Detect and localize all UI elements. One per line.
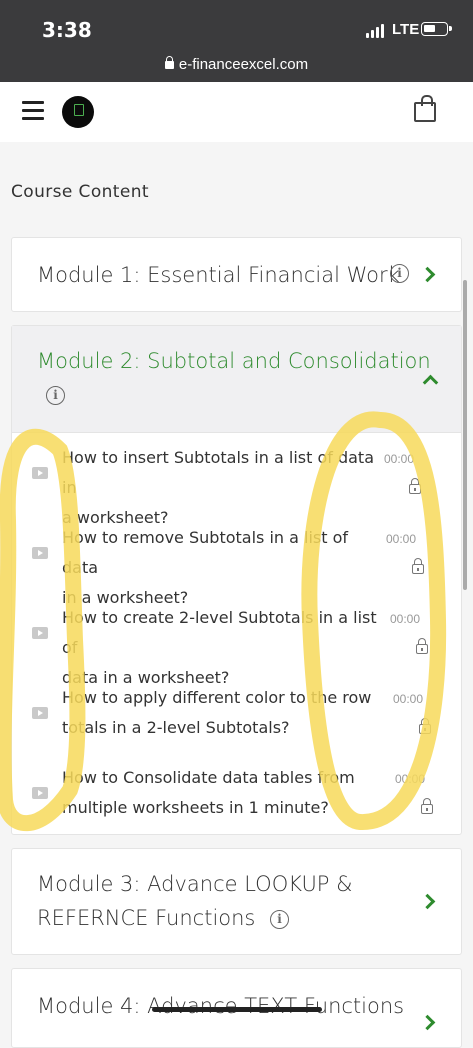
address-bar[interactable]: e-financeexcel.com: [0, 56, 473, 73]
status-time: 3:38: [42, 18, 92, 42]
module-2-card: Module 2: Subtotal and Consolidation i H…: [11, 325, 462, 835]
lesson-item[interactable]: How to create 2-level Subtotals in a lis…: [12, 593, 461, 687]
lesson-item[interactable]: How to insert Subtotals in a list of dat…: [12, 433, 461, 527]
module-1-title: Module 1: Essential Financial Work: [37, 263, 400, 287]
lesson-title-line1: How to create 2-level Subtotals in a lis…: [62, 608, 377, 657]
module-3-title-line1: Module 3: Advance LOOKUP &: [37, 872, 353, 896]
lesson-title-line1: How to insert Subtotals in a list of dat…: [62, 448, 374, 497]
chevron-right-icon[interactable]: [419, 1014, 436, 1031]
home-indicator[interactable]: [152, 1007, 322, 1012]
lesson-item[interactable]: How to Consolidate data tables from mult…: [12, 753, 461, 833]
status-bar: 3:38 LTE e-financeexcel.com: [0, 0, 473, 82]
lock-icon: [416, 638, 428, 654]
battery-icon: [421, 22, 452, 36]
shopping-bag-icon[interactable]: [414, 95, 436, 122]
module-3-title-line2: REFERNCE Functions: [37, 906, 256, 930]
module-3-card[interactable]: Module 3: Advance LOOKUP & REFERNCE Func…: [11, 848, 462, 955]
lock-icon: [412, 558, 424, 574]
signal-strength-icon: [366, 24, 384, 38]
info-icon[interactable]: i: [390, 264, 409, 283]
play-icon: [32, 467, 48, 479]
lesson-duration: 00:00: [390, 612, 421, 626]
site-navbar: [0, 82, 473, 142]
lesson-item[interactable]: How to remove Subtotals in a list of dat…: [12, 513, 461, 607]
play-icon: [32, 787, 48, 799]
lesson-title-line1: How to apply different color to the row: [62, 688, 372, 707]
course-content-section: Course Content Module 1: Essential Finan…: [0, 142, 473, 1048]
module-4-title: Module 4: Advance TEXT Functions: [37, 994, 405, 1018]
play-icon: [32, 547, 48, 559]
module-3-title: Module 3: Advance LOOKUP & REFERNCE Func…: [37, 867, 353, 935]
play-icon: [32, 627, 48, 639]
lesson-duration: 00:00: [386, 532, 417, 546]
chevron-right-icon[interactable]: [419, 893, 436, 910]
lock-icon: [164, 56, 174, 69]
chevron-right-icon[interactable]: [419, 266, 436, 283]
lesson-title-line2: multiple worksheets in 1 minute?: [62, 798, 329, 817]
lesson-duration: 00:00: [395, 772, 426, 786]
module-2-header[interactable]: Module 2: Subtotal and Consolidation i: [12, 326, 461, 433]
page-title: Course Content: [11, 182, 149, 202]
lock-icon: [409, 478, 421, 494]
module-1-card[interactable]: Module 1: Essential Financial Work i: [11, 237, 462, 312]
lesson-item[interactable]: How to apply different color to the row …: [12, 673, 461, 753]
lock-icon: [421, 798, 433, 814]
hamburger-menu-icon[interactable]: [22, 101, 44, 121]
lesson-duration: 00:00: [393, 692, 424, 706]
info-icon[interactable]: i: [46, 386, 65, 405]
lesson-title-line2: totals in a 2-level Subtotals?: [62, 718, 290, 737]
scrollbar[interactable]: [463, 280, 467, 590]
network-type: LTE: [392, 21, 420, 38]
url-text: e-financeexcel.com: [178, 56, 309, 73]
play-icon: [32, 707, 48, 719]
lock-icon: [419, 718, 431, 734]
lesson-duration: 00:00: [384, 452, 415, 466]
site-logo[interactable]: [62, 96, 94, 128]
lesson-title-line1: How to Consolidate data tables from: [62, 768, 355, 787]
lesson-title-line1: How to remove Subtotals in a list of dat…: [62, 528, 349, 577]
module-2-title: Module 2: Subtotal and Consolidation: [37, 349, 431, 373]
info-icon[interactable]: i: [270, 909, 290, 929]
